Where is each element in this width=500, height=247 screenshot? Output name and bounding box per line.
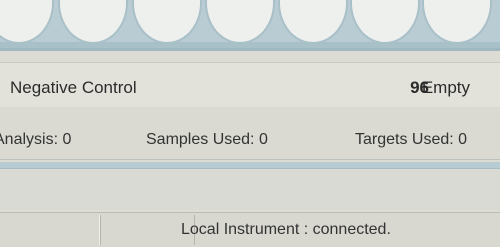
instrument-connection-status: Local Instrument : connected. [181,221,391,238]
targets-used-count: Targets Used: 0 [355,131,468,148]
well-type-legend-row[interactable]: Negative Control 96 Empty [0,62,500,110]
status-bar: Local Instrument : connected. [0,212,500,247]
plate-edge [0,42,500,48]
plate-well[interactable] [278,0,348,44]
legend-well-status: Empty [421,78,470,97]
plate-well[interactable] [0,0,54,44]
plate-well[interactable] [205,0,275,44]
plate-wells-row [0,0,500,51]
samples-used-count: Samples Used: 0 [146,131,268,148]
summary-stats-row: Analysis: 0 Samples Used: 0 Targets Used… [0,107,500,160]
empty-panel [0,170,500,210]
status-bar-cell [0,215,101,245]
analysis-count: Analysis: 0 [0,131,72,148]
plate-well[interactable] [422,0,492,44]
plate-well[interactable] [132,0,202,44]
plate-well[interactable] [350,0,420,44]
legend-well-type-label: Negative Control [10,78,137,97]
section-divider [0,162,500,169]
plate-well[interactable] [58,0,128,44]
